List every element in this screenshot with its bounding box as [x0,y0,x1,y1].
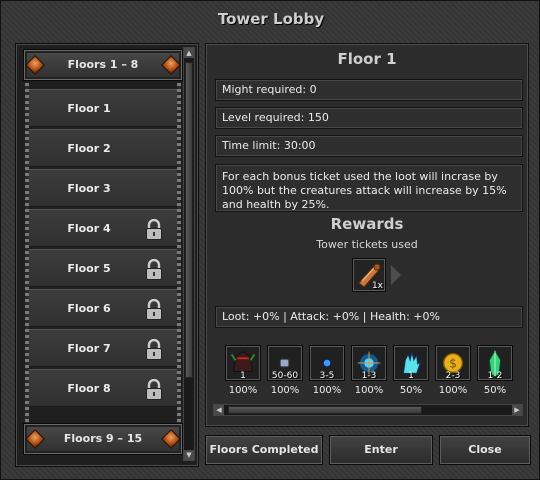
reward-drop-chance: 100% [438,385,468,396]
reward-quantity: 3-5 [319,371,335,381]
scroll-up-button[interactable]: ▲ [184,48,194,58]
orange-gem-icon [25,55,45,75]
orange-gem-icon [25,429,45,449]
reward-drop-chance: 100% [354,385,384,396]
reward-slot[interactable]: 1 [393,345,429,381]
svg-text:$: $ [449,357,457,371]
floor-item[interactable]: Floor 1 [29,89,177,127]
floor-item-label: Floor 8 [67,382,111,395]
floor-item-label: Floor 3 [67,182,111,195]
reward-slot[interactable]: 50-60 [267,345,303,381]
reward-quantity: 1-2 [487,371,503,381]
floor-list-scrollbar[interactable]: ▲ ▼ [183,47,195,461]
reward-drop-chance: 100% [270,385,300,396]
floor-item[interactable]: Floor 6 [29,289,177,327]
reward-slot[interactable]: 3-5 [309,345,345,381]
reward-quantity: 2-3 [445,371,461,381]
reward-quantity: 50-60 [271,371,299,381]
lock-icon [146,379,162,400]
floor-item[interactable]: Floor 2 [29,129,177,167]
might-required: Might required: 0 [215,79,523,101]
reward-slot[interactable]: $2-3 [435,345,471,381]
rewards-scroll-thumb[interactable] [228,406,422,414]
lock-icon [146,259,162,280]
enter-button[interactable]: Enter [329,435,433,465]
floor-item-label: Floor 4 [67,222,111,235]
floors-completed-button[interactable]: Floors Completed [205,435,323,465]
floor-title: Floor 1 [337,50,397,68]
floor-item[interactable]: Floor 4 [29,209,177,247]
window-title: Tower Lobby [217,10,325,28]
floor-list: Floors 1 – 8 Floor 1 Floor 2 Floor 3 Floor … [23,49,183,461]
scroll-down-button[interactable]: ▼ [184,450,194,460]
reward-drop-chance: 100% [228,385,258,396]
scroll-thumb[interactable] [185,62,193,378]
group-header-floors-9-15[interactable]: Floors 9 – 15 [23,423,183,455]
tickets-used-label: Tower tickets used [316,238,418,251]
lock-icon [146,339,162,360]
lock-icon [146,299,162,320]
floor-description: For each bonus ticket used the loot will… [215,164,523,212]
scroll-right-button[interactable]: ▶ [512,405,522,415]
reward-quantity: 1 [408,371,414,381]
tower-ticket-slot[interactable]: 1x [352,258,386,292]
reward-drop-chance: 50% [483,385,507,396]
reward-drop-chance: 100% [312,385,342,396]
group-header-label: Floors 1 – 8 [67,58,139,71]
floor-item-label: Floor 5 [67,262,111,275]
time-limit: Time limit: 30:00 [215,135,523,157]
floor-item[interactable]: Floor 5 [29,249,177,287]
rewards-scrollbar[interactable]: ◀ ▶ [213,404,523,416]
scroll-left-button[interactable]: ◀ [214,405,224,415]
reward-slot[interactable]: 1-2 [477,345,513,381]
group-header-label: Floors 9 – 15 [63,432,143,445]
floor-item-label: Floor 1 [67,102,111,115]
floor-item-label: Floor 6 [67,302,111,315]
reward-slot[interactable]: 1-3 [351,345,387,381]
reward-slot[interactable]: 1 [225,345,261,381]
lock-icon [146,219,162,240]
floor-item-label: Floor 7 [67,342,111,355]
chain-decoration-right [177,83,181,423]
ticket-count: 1x [371,281,383,291]
floor-item[interactable]: Floor 8 [29,369,177,407]
reward-drop-chance: 50% [399,385,423,396]
orange-gem-icon [161,55,181,75]
ticket-increase-arrow[interactable] [391,265,401,285]
tower-lobby-window: Tower Lobby Floors 1 – 8 Floor 1 Floor 2F… [0,0,540,480]
floor-item[interactable]: Floor 3 [29,169,177,207]
floor-item[interactable]: Floor 7 [29,329,177,367]
close-button[interactable]: Close [439,435,531,465]
orange-gem-icon [161,429,181,449]
level-required: Level required: 150 [215,107,523,129]
modifiers-summary: Loot: +0% | Attack: +0% | Health: +0% [215,306,523,328]
floor-item-label: Floor 2 [67,142,111,155]
rewards-title: Rewards [330,215,404,233]
reward-quantity: 1-3 [361,371,377,381]
group-header-floors-1-8[interactable]: Floors 1 – 8 [23,49,183,81]
reward-quantity: 1 [240,371,246,381]
